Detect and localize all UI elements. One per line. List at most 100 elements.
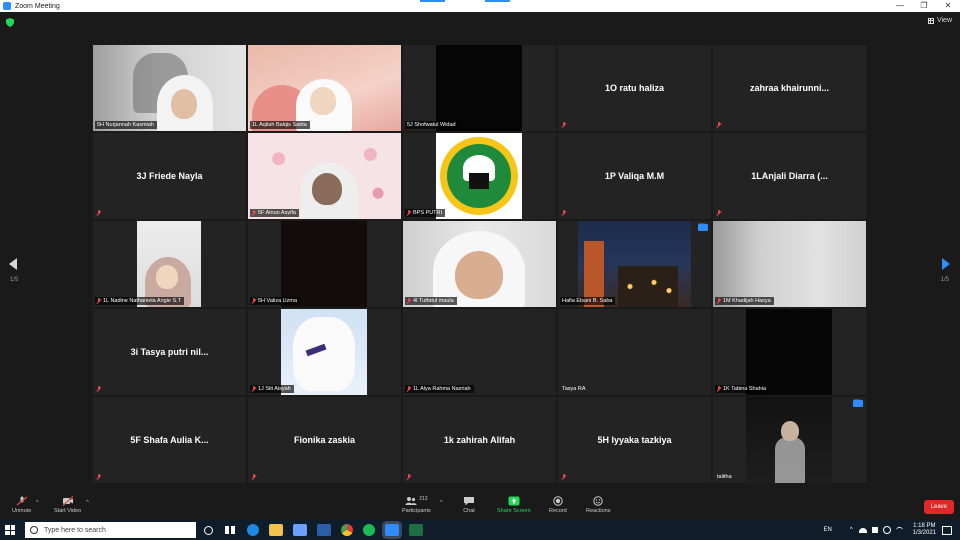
participants-button[interactable]: 213 Participants (402, 496, 431, 514)
muted-mic-icon (562, 210, 566, 216)
page-indicator-left: 1/5 (10, 277, 19, 283)
taskbar-clock[interactable]: 1:18 PM 1/3/2021 (913, 523, 936, 537)
tray-chevron-icon[interactable]: ^ (850, 527, 853, 533)
video-tile[interactable]: 5F Ainun Asyifa (248, 133, 401, 219)
video-tile[interactable]: 3J Friede Nayla (93, 133, 246, 219)
video-tile[interactable]: talitha (713, 397, 866, 483)
windows-start-icon[interactable] (5, 525, 15, 535)
cortana-icon[interactable] (204, 525, 213, 535)
participant-label: 4I Tutfatul maula (405, 297, 457, 305)
audio-options-caret-icon[interactable]: ^ (36, 500, 39, 506)
video-tile[interactable]: 1L Aqilah Balqis Sabta (248, 45, 401, 131)
system-tray: EN ^ 1:18 PM 1/3/2021 (823, 520, 960, 540)
app-icon[interactable] (317, 524, 331, 536)
muted-mic-icon (252, 474, 256, 480)
video-tile[interactable]: 1O ratu haliza (558, 45, 711, 131)
video-tile[interactable]: 1k zahirah Alifah (403, 397, 556, 483)
video-tile[interactable]: BPS PUTRI (403, 133, 556, 219)
participant-label (405, 473, 414, 481)
task-view-icon[interactable] (223, 524, 237, 536)
participant-name: 3J Friede Nayla (136, 171, 203, 181)
wifi-icon[interactable] (895, 527, 903, 533)
shield-icon[interactable] (6, 18, 14, 27)
video-tile[interactable]: 4I Tutfatul maula (403, 221, 556, 307)
participant-name: zahraa khairunni... (749, 83, 830, 93)
participant-name: 5H Iyyaka tazkiya (597, 435, 672, 445)
notifications-icon[interactable] (942, 525, 952, 535)
participant-label (250, 473, 259, 481)
participant-label: 5F Ainun Asyifa (250, 209, 299, 217)
video-tile[interactable]: 1P Valiqa M.M (558, 133, 711, 219)
unmute-button[interactable]: Unmute (12, 496, 31, 514)
video-tile[interactable]: 1L Alya Rahma Nazriah (403, 309, 556, 395)
video-tile[interactable]: 5H Iyyaka tazkiya (558, 397, 711, 483)
video-grid: 5H Nurjannah Kasmiah 1L Aqilah Balqis Sa… (93, 45, 867, 488)
edge-icon[interactable] (247, 524, 259, 536)
reactions-label: Reactions (586, 508, 611, 514)
participant-label (715, 209, 724, 217)
chat-label: Chat (463, 508, 475, 514)
muted-mic-icon (16, 496, 27, 506)
participants-label: Participants (402, 508, 431, 514)
battery-icon[interactable] (871, 527, 878, 533)
volume-icon[interactable] (882, 526, 891, 534)
store-icon[interactable] (293, 524, 307, 536)
video-tile[interactable]: 1LAnjali Diarra (... (713, 133, 866, 219)
participants-count: 213 (419, 496, 428, 502)
record-button[interactable]: Record (549, 496, 567, 514)
video-tile[interactable]: 1M Khadijah Hasya (713, 221, 866, 307)
participant-label: 1L Nadine Nathaniela Angie S.T (95, 297, 185, 305)
video-tile[interactable]: 1K Tabina Shahia (713, 309, 866, 395)
record-label: Record (549, 508, 567, 514)
video-tile[interactable]: Tasya RA (558, 309, 711, 395)
titlebar-accent (420, 0, 445, 2)
participant-label: 1L Aqilah Balqis Sabta (250, 121, 310, 129)
prev-page-arrow-icon[interactable] (9, 258, 17, 270)
participant-label: 1K Tabina Shahia (715, 385, 770, 393)
taskbar-search-box[interactable]: Type here to search (25, 522, 196, 538)
view-button[interactable]: View (927, 17, 952, 24)
chrome-icon[interactable] (341, 524, 353, 536)
file-explorer-icon[interactable] (269, 524, 283, 536)
onedrive-icon[interactable] (858, 527, 867, 533)
clock-date: 1/3/2021 (912, 530, 936, 536)
start-video-label: Start Video (54, 508, 82, 514)
participant-label (560, 473, 569, 481)
participant-label: Hafia Elsani B. Saba (560, 297, 616, 305)
video-tile[interactable]: zahraa khairunni... (713, 45, 866, 131)
video-tile[interactable]: 1J Siti Aisyah (248, 309, 401, 395)
share-screen-button[interactable]: Share Screen (497, 496, 531, 514)
participant-label: 1M Khadijah Hasya (715, 297, 774, 305)
restore-button[interactable]: ❐ (912, 0, 936, 12)
video-tile[interactable]: Fionika zaskia (248, 397, 401, 483)
more-options-icon[interactable] (853, 397, 863, 407)
excel-icon[interactable] (409, 524, 423, 536)
start-video-button[interactable]: Start Video (54, 496, 81, 514)
zoom-taskbar-icon[interactable] (385, 524, 399, 536)
video-tile[interactable]: Hafia Elsani B. Saba (558, 221, 711, 307)
leave-button[interactable]: Leave (923, 500, 954, 514)
participants-options-caret-icon[interactable]: ^ (440, 500, 443, 506)
close-button[interactable]: ✕ (936, 0, 960, 12)
video-tile[interactable]: 3i Tasya putri nil... (93, 309, 246, 395)
reactions-button[interactable]: Reactions (586, 496, 610, 514)
chat-icon (464, 497, 474, 506)
video-tile[interactable]: 1L Nadine Nathaniela Angie S.T (93, 221, 246, 307)
language-indicator[interactable]: EN (823, 527, 831, 533)
participants-icon (405, 497, 417, 505)
video-tile[interactable]: 5H Valiza Uzma (248, 221, 401, 307)
more-options-icon[interactable] (698, 221, 708, 231)
minimize-button[interactable]: — (888, 0, 912, 12)
next-page-arrow-icon[interactable] (942, 258, 950, 270)
participant-name: 3i Tasya putri nil... (130, 347, 209, 357)
video-tile[interactable]: 5F Shafa Aulia K... (93, 397, 246, 483)
participant-label: Tasya RA (562, 386, 586, 392)
video-tile[interactable]: 5H Nurjannah Kasmiah (93, 45, 246, 131)
spotify-icon[interactable] (363, 524, 375, 536)
window-title: Zoom Meeting (15, 2, 60, 10)
share-screen-label: Share Screen (497, 508, 531, 514)
participant-label: 5H Nurjannah Kasmiah (95, 121, 157, 129)
video-options-caret-icon[interactable]: ^ (86, 500, 89, 506)
chat-button[interactable]: Chat (463, 496, 475, 514)
video-tile[interactable]: 5J Shofwatul Widad (403, 45, 556, 131)
